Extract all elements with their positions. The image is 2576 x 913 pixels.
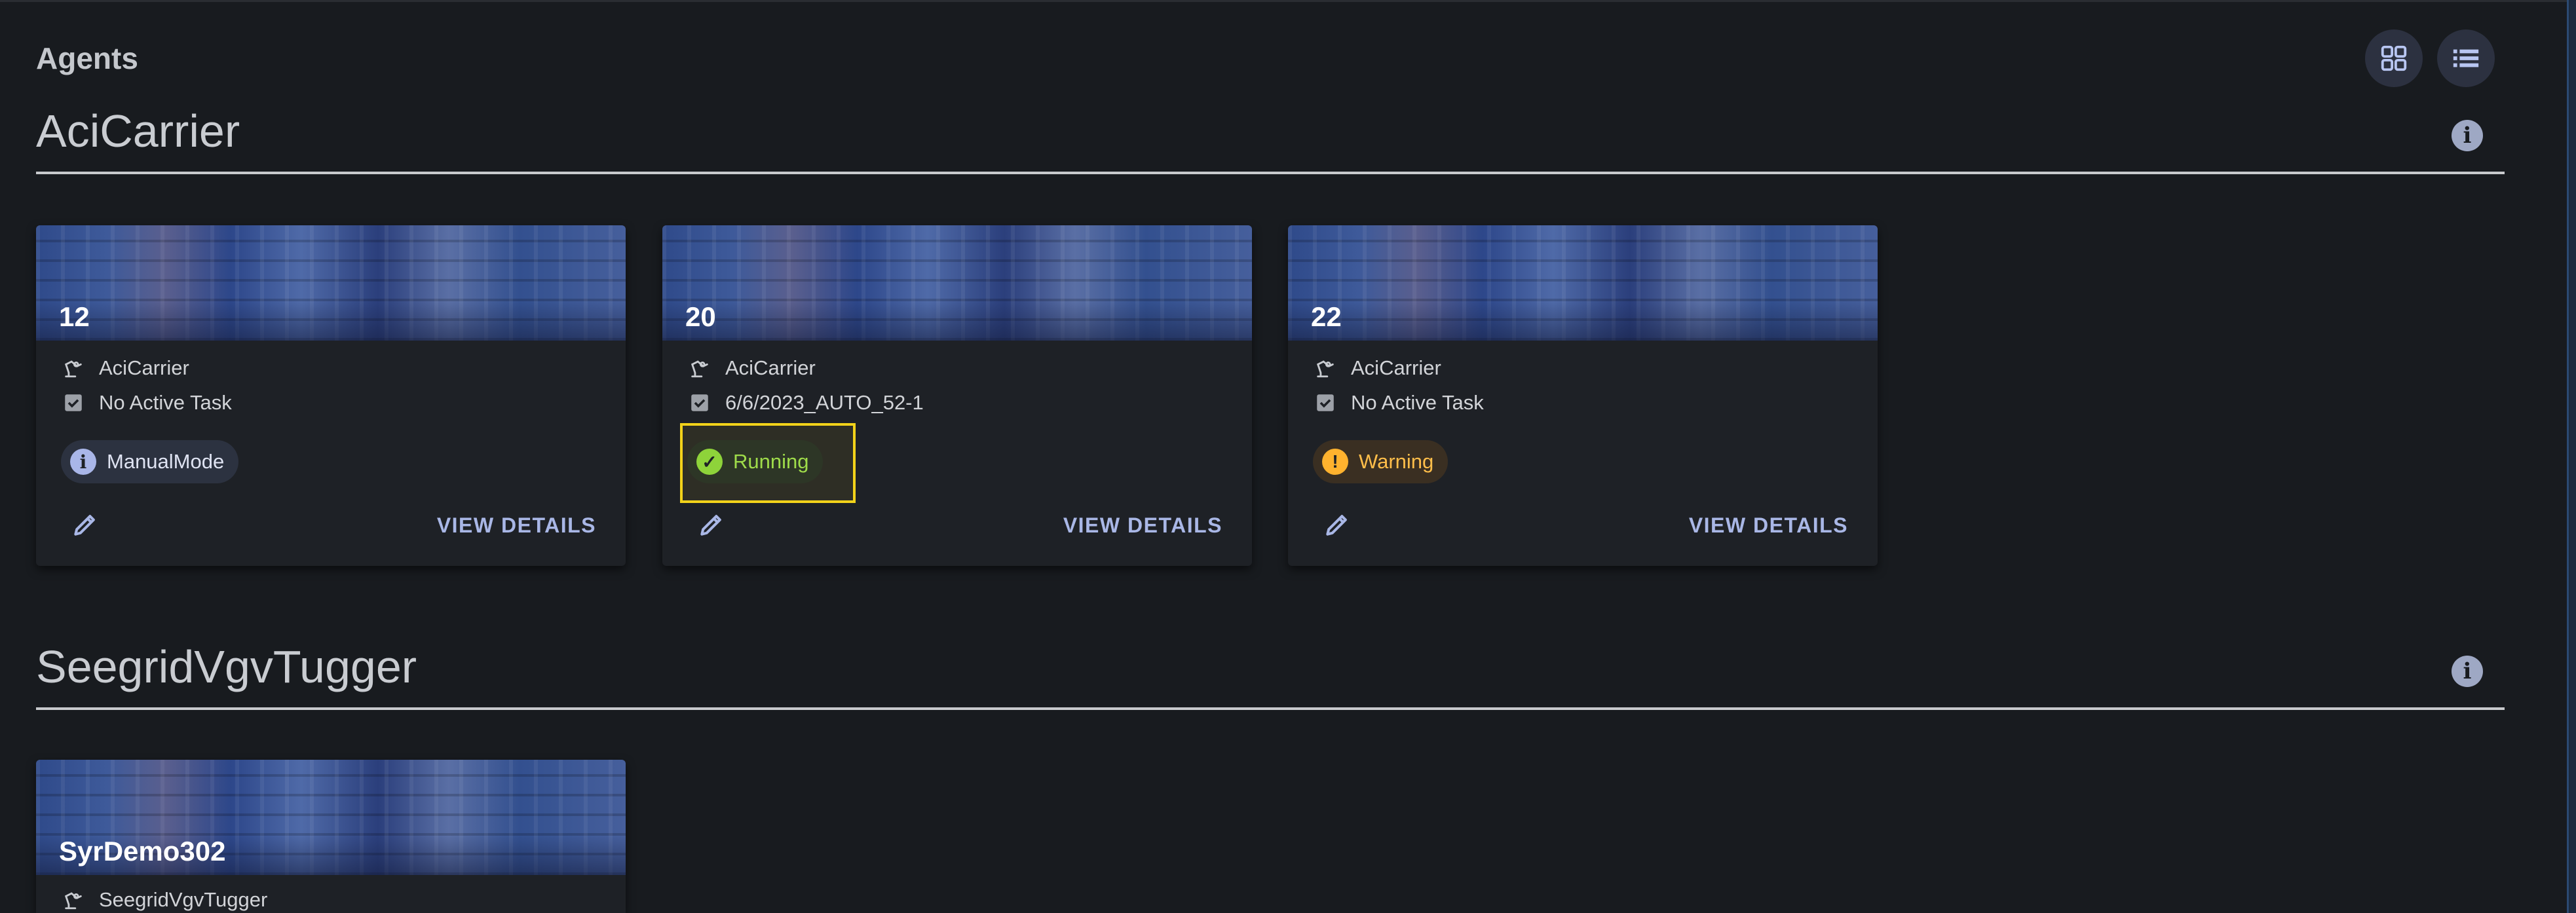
agent-task-row: No Active Task — [62, 391, 232, 415]
agent-card-12: 12 AciCarrier No Active Task i ManualMod… — [36, 225, 626, 566]
list-view-button[interactable] — [2437, 29, 2495, 87]
grid-view-button[interactable] — [2365, 29, 2423, 87]
agent-card-image: SyrDemo302 — [36, 760, 626, 875]
view-details-button[interactable]: VIEW DETAILS — [437, 513, 596, 538]
page-title: Agents — [36, 41, 138, 75]
status-label: Running — [733, 450, 809, 473]
agent-card-image: 22 — [1288, 225, 1878, 341]
checkbox-icon — [62, 392, 85, 414]
status-label: ManualMode — [107, 450, 225, 473]
agent-name: SyrDemo302 — [59, 836, 226, 866]
edit-button[interactable] — [1321, 508, 1354, 541]
agent-type: AciCarrier — [99, 356, 189, 379]
agent-task-row: No Active Task — [1314, 391, 1484, 415]
status-label: Warning — [1359, 450, 1434, 473]
agent-type-row: AciCarrier — [62, 356, 189, 380]
list-view-icon — [2453, 49, 2479, 67]
agent-card-image: 20 — [662, 225, 1252, 341]
checkbox-icon — [1314, 392, 1336, 414]
pencil-icon — [74, 515, 95, 536]
status-chip: i ManualMode — [61, 440, 239, 483]
window-top-edge — [0, 0, 2576, 2]
view-details-button[interactable]: VIEW DETAILS — [1063, 513, 1222, 538]
group-title-acicarrier: AciCarrier — [36, 105, 240, 157]
agent-card-image: 12 — [36, 225, 626, 341]
agent-type-row: SeegridVgvTugger — [62, 888, 267, 912]
agent-type: AciCarrier — [725, 356, 816, 379]
agent-type-row: AciCarrier — [689, 356, 816, 380]
section-divider — [36, 707, 2505, 710]
grid-view-icon — [2381, 45, 2407, 71]
agent-name: 22 — [1311, 301, 1342, 332]
group-info-icon[interactable]: i — [2452, 120, 2483, 151]
edit-button[interactable] — [69, 508, 102, 541]
group-info-icon[interactable]: i — [2452, 656, 2483, 687]
checkbox-icon — [689, 392, 711, 414]
agent-type: AciCarrier — [1351, 356, 1441, 379]
agent-task: No Active Task — [1351, 391, 1484, 414]
window-right-edge — [2567, 0, 2576, 913]
robot-arm-icon — [1314, 357, 1336, 379]
section-divider — [36, 172, 2505, 174]
agent-type: SeegridVgvTugger — [99, 888, 268, 911]
robot-arm-icon — [689, 357, 711, 379]
check-circle-icon: ✓ — [696, 449, 723, 475]
group-title-seegridvgvtugger: SeegridVgvTugger — [36, 641, 417, 692]
agent-task: No Active Task — [99, 391, 232, 414]
status-chip: ✓ Running — [687, 440, 824, 483]
warning-icon: ! — [1322, 449, 1348, 475]
info-icon: i — [70, 449, 96, 475]
view-details-button[interactable]: VIEW DETAILS — [1689, 513, 1848, 538]
agent-task-row: 6/6/2023_AUTO_52-1 — [689, 391, 924, 415]
agent-card-syrdemo302: SyrDemo302 SeegridVgvTugger — [36, 760, 626, 913]
robot-arm-icon — [62, 889, 85, 911]
agent-type-row: AciCarrier — [1314, 356, 1441, 380]
status-chip: ! Warning — [1313, 440, 1449, 483]
pencil-icon — [1326, 515, 1347, 536]
robot-arm-icon — [62, 357, 85, 379]
agent-name: 12 — [59, 301, 90, 332]
agent-name: 20 — [685, 301, 716, 332]
pencil-icon — [700, 515, 721, 536]
agent-card-22: 22 AciCarrier No Active Task ! Warning V… — [1288, 225, 1878, 566]
edit-button[interactable] — [695, 508, 728, 541]
agent-card-20: 20 AciCarrier 6/6/2023_AUTO_52-1 ✓ Runni… — [662, 225, 1252, 566]
agent-task: 6/6/2023_AUTO_52-1 — [725, 391, 924, 414]
